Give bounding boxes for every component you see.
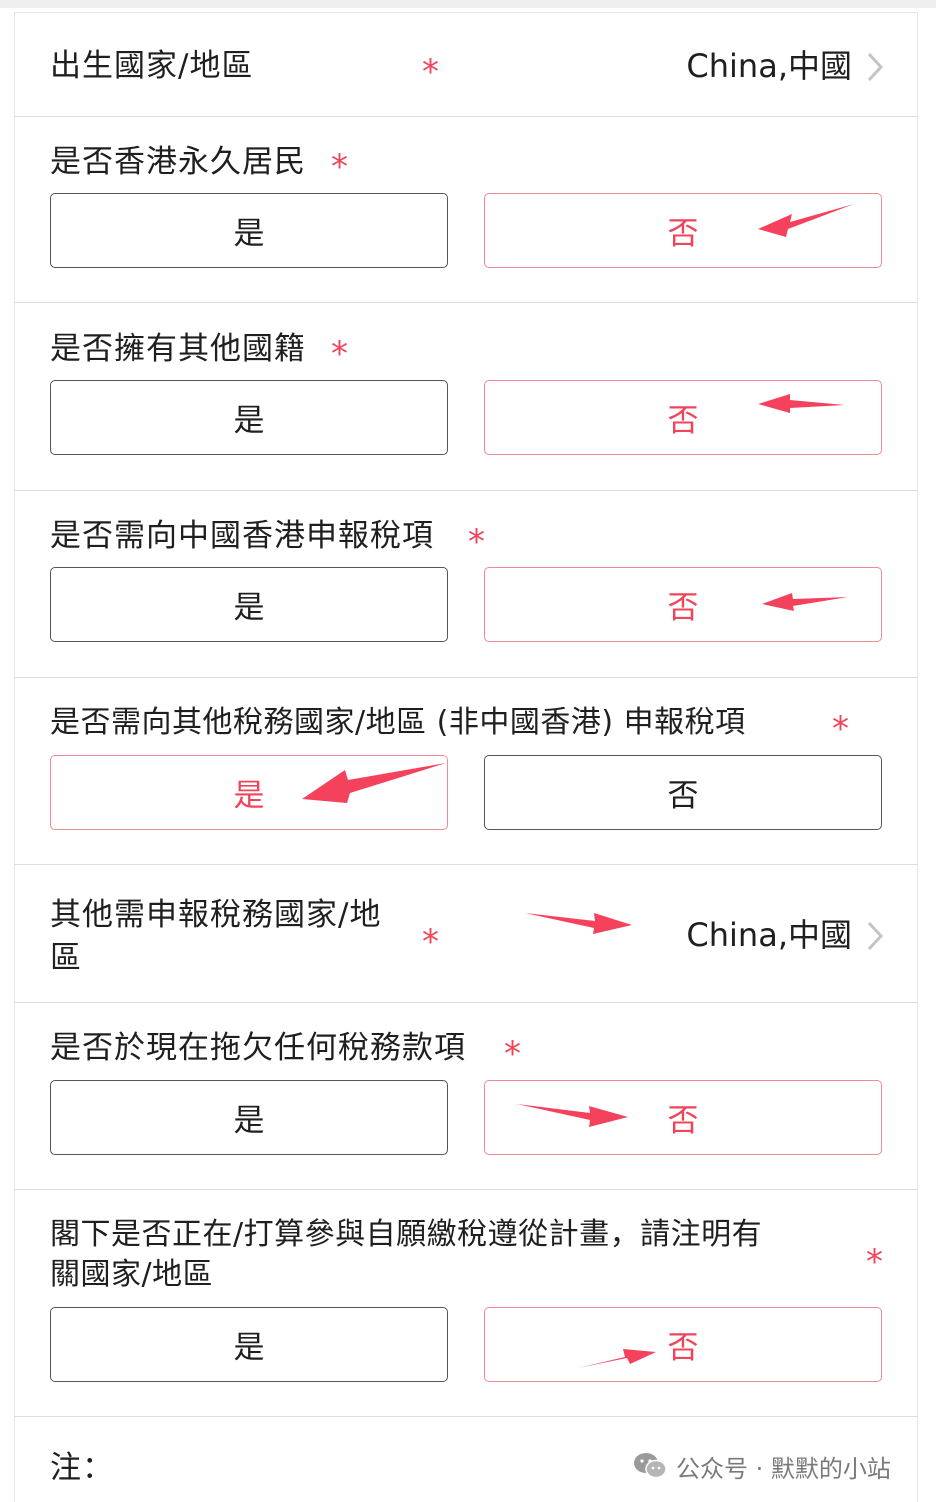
hk-tax-report-label: 是否需向中國香港申報稅項 [50, 518, 434, 554]
required-star: * [832, 709, 849, 749]
hk-permanent-resident-yes-button[interactable]: 是 [50, 193, 448, 268]
voluntary-compliance-label-line1: 閣下是否正在/打算參與自願繳稅遵從計畫，請注明有 [50, 1217, 763, 1252]
voluntary-compliance-no-button[interactable]: 否 [484, 1307, 882, 1382]
chevron-right-icon[interactable] [864, 919, 886, 953]
tax-arrears-label: 是否於現在拖欠任何稅務款項 [50, 1030, 466, 1066]
divider [14, 1002, 918, 1003]
other-nationality-no-button[interactable]: 否 [484, 380, 882, 455]
required-star: * [331, 334, 348, 374]
required-star: * [866, 1242, 883, 1282]
top-bar [0, 0, 936, 8]
other-nationality-yes-button[interactable]: 是 [50, 380, 448, 455]
tax-arrears-yes-button[interactable]: 是 [50, 1080, 448, 1155]
required-star: * [468, 522, 485, 562]
birth-country-value[interactable]: China,中國 [686, 46, 852, 86]
wechat-icon [634, 1453, 667, 1479]
other-tax-report-yes-button[interactable]: 是 [50, 755, 448, 830]
other-tax-country-value[interactable]: China,中國 [686, 915, 852, 955]
divider [14, 677, 918, 678]
hk-tax-report-yes-button[interactable]: 是 [50, 567, 448, 642]
divider [14, 1189, 918, 1190]
divider [14, 302, 918, 303]
watermark-text: 公众号 · 默默的小站 [676, 1454, 891, 1483]
divider [14, 1416, 918, 1417]
other-tax-country-label-line1: 其他需申報稅務國家/地 [50, 897, 382, 933]
other-tax-report-label: 是否需向其他稅務國家/地區 (非中國香港) 申報稅項 [50, 705, 746, 740]
required-star: * [422, 52, 439, 92]
voluntary-compliance-label-line2: 關國家/地區 [50, 1257, 214, 1292]
required-star: * [504, 1034, 521, 1074]
required-star: * [331, 147, 348, 187]
divider [14, 490, 918, 491]
required-star: * [422, 922, 439, 962]
tax-arrears-no-button[interactable]: 否 [484, 1080, 882, 1155]
other-nationality-label: 是否擁有其他國籍 [50, 331, 306, 367]
other-tax-report-no-button[interactable]: 否 [484, 755, 882, 830]
voluntary-compliance-yes-button[interactable]: 是 [50, 1307, 448, 1382]
birth-country-label: 出生國家/地區 [50, 48, 254, 84]
hk-permanent-resident-label: 是否香港永久居民 [50, 144, 306, 180]
watermark: 公众号 · 默默的小站 [632, 1446, 891, 1486]
hk-permanent-resident-no-button[interactable]: 否 [484, 193, 882, 268]
divider [14, 116, 918, 117]
other-tax-country-label-line2: 區 [50, 940, 82, 976]
hk-tax-report-no-button[interactable]: 否 [484, 567, 882, 642]
divider [14, 864, 918, 865]
chevron-right-icon[interactable] [864, 50, 886, 84]
note-label: 注： [50, 1450, 114, 1486]
